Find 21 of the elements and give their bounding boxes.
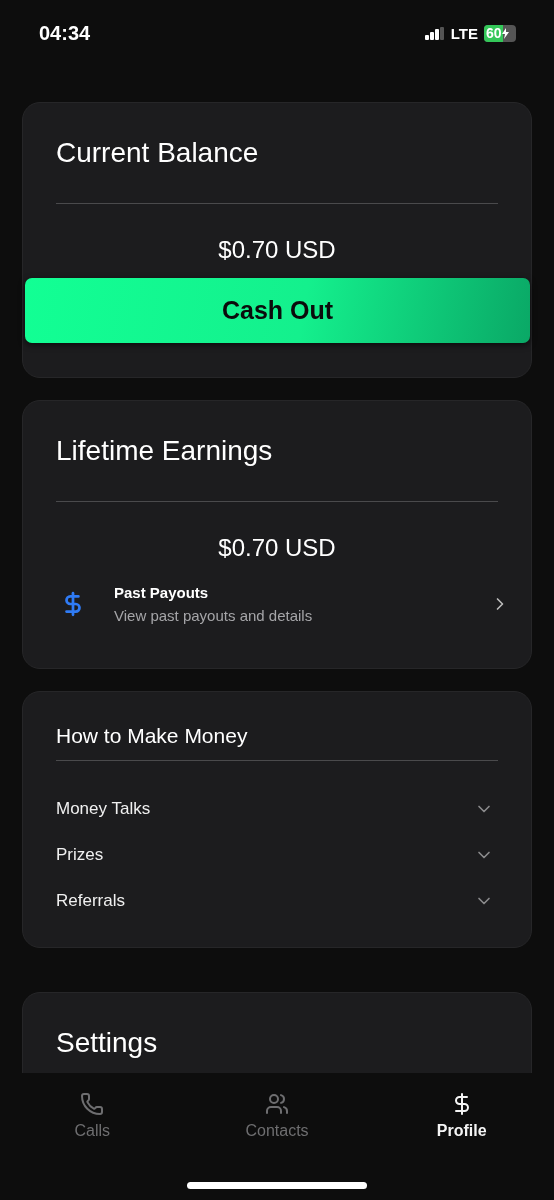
people-icon	[265, 1092, 289, 1116]
accordion-label[interactable]: Prizes	[56, 845, 104, 865]
tab[interactable]: Contacts	[184, 1091, 370, 1141]
signal-icon	[424, 26, 445, 40]
row-title[interactable]: Past Payouts	[114, 584, 462, 601]
cash-out-button[interactable]: Cash Out	[25, 278, 530, 343]
status-time: 04:34	[39, 21, 91, 45]
earnings-amount: $0.70 USD	[217, 534, 337, 562]
balance-amount: $0.70 USD	[217, 236, 337, 264]
tab[interactable]: Profile	[369, 1091, 554, 1141]
battery-percent: 60	[484, 25, 509, 41]
card-title: Lifetime Earnings	[56, 435, 498, 502]
card-title: How to Make Money	[56, 724, 498, 761]
row-subtitle: View past payouts and details	[114, 607, 314, 624]
accordion-label[interactable]: Money Talks	[56, 799, 151, 819]
network-label: LTE	[450, 24, 478, 42]
accordion-label[interactable]: Referrals	[56, 891, 125, 911]
phone-icon	[80, 1092, 105, 1116]
tab[interactable]: Calls	[0, 1091, 185, 1141]
bolt-icon	[501, 27, 509, 39]
card-title: Current Balance	[56, 137, 498, 204]
